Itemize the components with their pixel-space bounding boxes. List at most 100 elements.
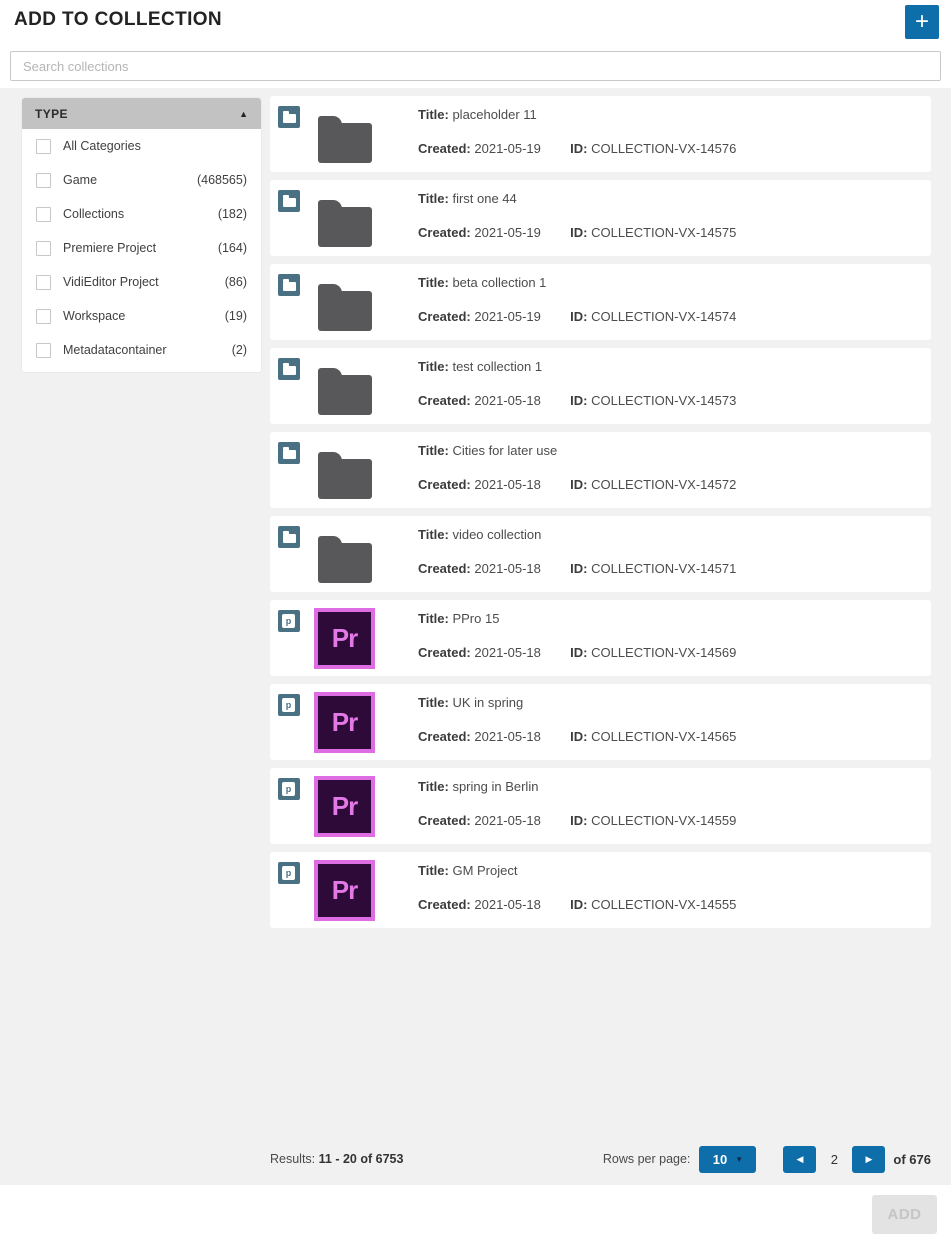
collection-created-date: 2021-05-18: [474, 561, 541, 576]
folder-icon: [283, 198, 296, 207]
filter-checkbox[interactable]: [36, 173, 51, 188]
collection-row[interactable]: p Pr Title: first one 44 Created: 2021-0…: [270, 180, 931, 256]
filter-item[interactable]: Workspace (19): [22, 299, 261, 333]
title-label: Title:: [418, 695, 449, 710]
collection-row[interactable]: p Pr Title: video collection Created: 20…: [270, 516, 931, 592]
filter-item-count: (182): [218, 207, 247, 221]
collection-row[interactable]: p Pr Title: placeholder 11 Created: 2021…: [270, 96, 931, 172]
collection-id: COLLECTION-VX-14569: [591, 645, 736, 660]
filter-item[interactable]: Premiere Project (164): [22, 231, 261, 265]
collection-row[interactable]: p Pr Title: PPro 15 Created: 2021-05-18: [270, 600, 931, 676]
title-label: Title:: [418, 527, 449, 542]
search-input[interactable]: [10, 51, 941, 81]
next-page-button[interactable]: ▶: [852, 1146, 885, 1173]
folder-icon: [283, 366, 296, 375]
filter-item-label: Metadatacontainer: [63, 343, 167, 357]
previous-page-button[interactable]: ◀: [783, 1146, 816, 1173]
collection-created-date: 2021-05-18: [474, 645, 541, 660]
collection-row[interactable]: p Pr Title: test collection 1 Created: 2…: [270, 348, 931, 424]
rows-per-page-value: 10: [713, 1152, 727, 1167]
collection-type-badge: p: [278, 694, 300, 716]
plus-icon: +: [915, 10, 929, 34]
collection-title: GM Project: [452, 863, 517, 878]
collection-created-date: 2021-05-18: [474, 393, 541, 408]
chevron-down-icon: ▼: [735, 1155, 743, 1164]
filter-item-label: VidiEditor Project: [63, 275, 159, 289]
folder-icon: [283, 534, 296, 543]
collection-created-date: 2021-05-18: [474, 897, 541, 912]
collection-id: COLLECTION-VX-14565: [591, 729, 736, 744]
collection-id: COLLECTION-VX-14576: [591, 141, 736, 156]
filter-checkbox[interactable]: [36, 207, 51, 222]
folder-thumbnail: [318, 291, 372, 331]
collection-row[interactable]: p Pr Title: beta collection 1 Created: 2…: [270, 264, 931, 340]
id-label: ID:: [570, 141, 587, 156]
filter-item[interactable]: Game (468565): [22, 163, 261, 197]
title-label: Title:: [418, 191, 449, 206]
chevron-up-icon[interactable]: ▲: [239, 109, 248, 119]
add-to-collection-dialog: ADD TO COLLECTION + TYPE ▲ All Categorie…: [0, 0, 951, 1245]
filter-checkbox[interactable]: [36, 139, 51, 154]
filter-item-label: Workspace: [63, 309, 125, 323]
collection-title: placeholder 11: [452, 107, 536, 122]
collection-row[interactable]: p Pr Title: spring in Berlin Created: 20…: [270, 768, 931, 844]
id-label: ID:: [570, 729, 587, 744]
chevron-right-icon: ▶: [865, 1154, 872, 1165]
folder-icon: [283, 282, 296, 291]
filter-title: TYPE: [35, 107, 68, 121]
filter-item[interactable]: All Categories: [22, 129, 261, 163]
filter-item-count: (86): [225, 275, 247, 289]
filter-item-count: (19): [225, 309, 247, 323]
pagination: Rows per page: 10 ▼ ◀ 2 ▶ of 676: [603, 1146, 931, 1173]
id-label: ID:: [570, 561, 587, 576]
collection-title: beta collection 1: [452, 275, 546, 290]
add-button[interactable]: ADD: [872, 1195, 937, 1234]
premiere-thumbnail: Pr: [314, 608, 375, 669]
title-label: Title:: [418, 275, 449, 290]
results-count: Results: 11 - 20 of 6753: [270, 1152, 403, 1166]
collection-row[interactable]: p Pr Title: GM Project Created: 2021-05-…: [270, 852, 931, 928]
filter-checkbox[interactable]: [36, 309, 51, 324]
collection-type-badge: p: [278, 106, 300, 128]
collection-row[interactable]: p Pr Title: UK in spring Created: 2021-0…: [270, 684, 931, 760]
premiere-thumbnail: Pr: [314, 776, 375, 837]
id-label: ID:: [570, 897, 587, 912]
filter-item-label: Game: [63, 173, 97, 187]
filter-item[interactable]: Metadatacontainer (2): [22, 333, 261, 367]
filter-item[interactable]: VidiEditor Project (86): [22, 265, 261, 299]
collection-id: COLLECTION-VX-14574: [591, 309, 736, 324]
collection-id: COLLECTION-VX-14555: [591, 897, 736, 912]
collection-title: PPro 15: [452, 611, 499, 626]
premiere-file-icon: p: [282, 698, 295, 712]
id-label: ID:: [570, 813, 587, 828]
current-page: 2: [816, 1152, 852, 1167]
id-label: ID:: [570, 393, 587, 408]
created-label: Created:: [418, 141, 471, 156]
filter-item[interactable]: Collections (182): [22, 197, 261, 231]
filter-checkbox[interactable]: [36, 241, 51, 256]
filter-item-count: (164): [218, 241, 247, 255]
collection-id: COLLECTION-VX-14573: [591, 393, 736, 408]
filter-header[interactable]: TYPE ▲: [22, 98, 261, 129]
collection-id: COLLECTION-VX-14572: [591, 477, 736, 492]
folder-icon: [283, 450, 296, 459]
collection-type-badge: p: [278, 190, 300, 212]
created-label: Created:: [418, 225, 471, 240]
create-collection-button[interactable]: +: [905, 5, 939, 39]
results-footer: Results: 11 - 20 of 6753 Rows per page: …: [270, 1145, 931, 1173]
created-label: Created:: [418, 477, 471, 492]
page-title: ADD TO COLLECTION: [14, 9, 222, 31]
filter-checkbox[interactable]: [36, 275, 51, 290]
collection-type-badge: p: [278, 862, 300, 884]
rows-per-page-select[interactable]: 10 ▼: [699, 1146, 756, 1173]
collection-row[interactable]: p Pr Title: Cities for later use Created…: [270, 432, 931, 508]
created-label: Created:: [418, 897, 471, 912]
filter-checkbox[interactable]: [36, 343, 51, 358]
collection-created-date: 2021-05-18: [474, 729, 541, 744]
premiere-file-icon: p: [282, 782, 295, 796]
collection-created-date: 2021-05-19: [474, 225, 541, 240]
collection-created-date: 2021-05-18: [474, 477, 541, 492]
collection-title: UK in spring: [452, 695, 523, 710]
folder-icon: [283, 114, 296, 123]
collection-title: video collection: [452, 527, 541, 542]
